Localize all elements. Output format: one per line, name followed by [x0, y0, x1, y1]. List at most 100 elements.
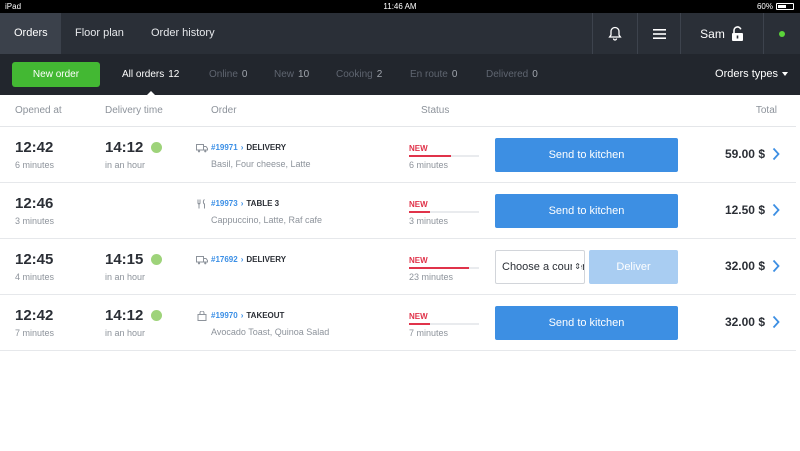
- order-items: Avocado Toast, Quinoa Salad: [211, 327, 330, 337]
- scrollbar[interactable]: [796, 95, 800, 451]
- menu-button[interactable]: [638, 13, 680, 54]
- send-to-kitchen-button[interactable]: Send to kitchen: [495, 138, 678, 172]
- tab-orders[interactable]: Orders: [0, 13, 61, 54]
- order-items: Basil, Four cheese, Latte: [211, 159, 311, 169]
- order-number-link[interactable]: #19970: [211, 311, 238, 320]
- delivery-progress-icon: [151, 254, 162, 265]
- order-total: 32.00 $: [724, 315, 765, 329]
- delivery-time: 14:15: [105, 251, 144, 268]
- order-total: 12.50 $: [724, 203, 765, 217]
- send-to-kitchen-button[interactable]: Send to kitchen: [495, 306, 678, 340]
- battery-percent: 60%: [756, 2, 773, 11]
- status-badge: NEW: [409, 312, 428, 321]
- filter-en-route[interactable]: En route 0: [410, 54, 457, 95]
- opened-time: 12:46: [15, 195, 54, 212]
- orders-types-label: Orders types: [715, 68, 778, 80]
- table-row[interactable]: 12:46 3 minutes #19973 › TABLE 3 Cappuccin…: [0, 183, 800, 239]
- orders-table-header: Opened at Delivery time Order Status Tot…: [0, 95, 800, 127]
- battery-icon: [776, 3, 794, 10]
- online-status-dot: [779, 30, 785, 37]
- deliver-button[interactable]: Deliver: [589, 250, 678, 284]
- filter-new[interactable]: New 10: [274, 54, 309, 95]
- select-arrows-icon: ⇕: [572, 251, 581, 283]
- chevron-right-icon[interactable]: [772, 259, 780, 273]
- cutlery-icon: [197, 199, 205, 209]
- opened-ago: 4 minutes: [15, 272, 55, 282]
- order-number-link[interactable]: #17692: [211, 255, 238, 264]
- filter-label: Online: [209, 69, 238, 80]
- status-progress-bar: [409, 267, 479, 269]
- orders-types-dropdown[interactable]: Orders types: [715, 54, 788, 95]
- status-time: 6 minutes: [409, 160, 449, 170]
- opened-time: 12:42: [15, 139, 54, 156]
- filter-label: All orders: [122, 69, 165, 80]
- column-opened-at: Opened at: [15, 105, 62, 116]
- order-type: TABLE 3: [246, 199, 280, 208]
- filter-cooking[interactable]: Cooking 2: [336, 54, 382, 95]
- filter-label: Delivered: [486, 69, 529, 80]
- table-row[interactable]: 12:42 7 minutes 14:12 in an hour #19970 ›…: [0, 295, 800, 351]
- table-row[interactable]: 12:42 6 minutes 14:12 in an hour #19971 ›…: [0, 127, 800, 183]
- unlock-icon: [731, 25, 743, 41]
- top-navigation: Orders Floor plan Order history Sam: [0, 13, 800, 54]
- status-progress-fill: [409, 211, 430, 213]
- chevron-right-icon[interactable]: [772, 315, 780, 329]
- order-id-line: #19971 › DELIVERY: [211, 143, 286, 152]
- delivery-in: in an hour: [105, 328, 146, 338]
- status-time: 23 minutes: [409, 272, 454, 282]
- delivery-progress-icon: [151, 310, 162, 321]
- dropdown-arrow-icon: [782, 72, 788, 77]
- delivery-truck-icon: [196, 144, 208, 153]
- tab-order-history[interactable]: Order history: [137, 13, 229, 54]
- notifications-button[interactable]: [593, 13, 637, 54]
- filter-count: 0: [451, 69, 458, 80]
- courier-select[interactable]: Choose a courier ⇕: [495, 250, 585, 284]
- clock: 11:46 AM: [383, 2, 417, 11]
- send-to-kitchen-button[interactable]: Send to kitchen: [495, 194, 678, 228]
- opened-ago: 7 minutes: [15, 328, 55, 338]
- chevron-right-icon[interactable]: [772, 203, 780, 217]
- order-id-line: #19973 › TABLE 3: [211, 199, 279, 208]
- column-order: Order: [211, 105, 237, 116]
- delivery-in: in an hour: [105, 160, 146, 170]
- new-order-button[interactable]: New order: [12, 62, 100, 87]
- user-lock-button[interactable]: Sam: [681, 13, 763, 54]
- table-row[interactable]: 12:45 4 minutes 14:15 in an hour #17692 ›…: [0, 239, 800, 295]
- order-type: TAKEOUT: [246, 311, 285, 320]
- order-number-link[interactable]: #19973: [211, 199, 238, 208]
- filter-online[interactable]: Online 0: [209, 54, 247, 95]
- column-total: Total: [755, 105, 777, 116]
- device-status-bar: iPad 11:46 AM 60%: [0, 0, 800, 13]
- filter-label: New: [274, 69, 295, 80]
- menu-icon: [652, 28, 666, 39]
- order-type: DELIVERY: [246, 255, 287, 264]
- filter-count: 0: [241, 69, 248, 80]
- status-progress-fill: [409, 323, 430, 325]
- status-badge: NEW: [409, 256, 428, 265]
- order-type: DELIVERY: [246, 143, 287, 152]
- status-badge: NEW: [409, 200, 428, 209]
- order-number-link[interactable]: #19971: [211, 143, 238, 152]
- status-time: 7 minutes: [409, 328, 449, 338]
- order-total: 32.00 $: [724, 259, 765, 273]
- delivery-time: 14:12: [105, 139, 144, 156]
- filter-count: 2: [376, 69, 383, 80]
- delivery-progress-icon: [151, 142, 162, 153]
- filter-label: En route: [410, 69, 448, 80]
- order-arrow: ›: [240, 311, 244, 320]
- chevron-right-icon[interactable]: [772, 147, 780, 161]
- opened-ago: 6 minutes: [15, 160, 55, 170]
- user-name: Sam: [700, 26, 725, 41]
- status-time: 3 minutes: [409, 216, 449, 226]
- delivery-time: 14:12: [105, 307, 144, 324]
- order-id-line: #17692 › DELIVERY: [211, 255, 286, 264]
- column-status: Status: [421, 105, 450, 116]
- opened-time: 12:45: [15, 251, 54, 268]
- tab-floor-plan[interactable]: Floor plan: [61, 13, 138, 54]
- filter-delivered[interactable]: Delivered 0: [486, 54, 538, 95]
- order-filter-bar: New order All orders 12 Online 0 New 10 Coo…: [0, 54, 800, 96]
- filter-all-orders[interactable]: All orders 12: [122, 54, 179, 96]
- opened-ago: 3 minutes: [15, 216, 55, 226]
- filter-count: 10: [298, 69, 310, 80]
- takeout-bag-icon: [197, 311, 207, 321]
